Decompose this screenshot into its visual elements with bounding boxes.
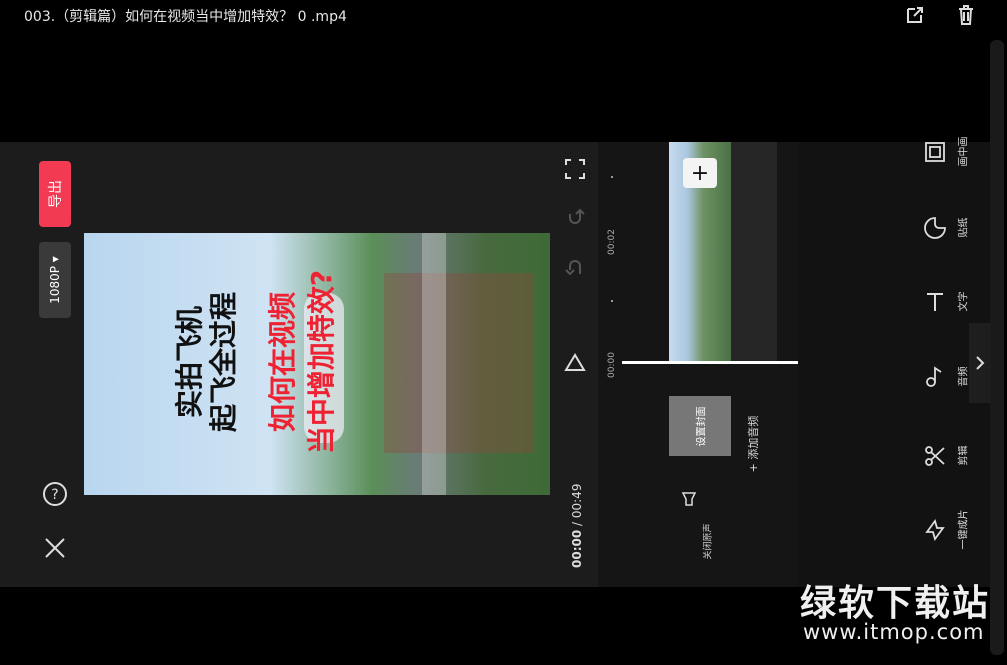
ruler-label-0: 00:00 [607,352,617,378]
resolution-label: 1080P ▾ [48,256,62,304]
caption-line-4: 当中增加特效? [305,269,338,455]
plus-icon: + [690,160,710,186]
tool-label-one-click[interactable]: 一键成片 [955,510,970,550]
chevron-right-icon [976,356,985,370]
caption-line-3: 如何在视频 [266,292,299,433]
mute-icon[interactable] [680,490,698,508]
right-scrollbar[interactable] [990,40,1004,655]
set-cover-button[interactable]: 设置封面 [669,396,731,456]
video-preview[interactable]: 实拍飞机 起飞全过程 如何在视频 当中增加特效? [84,233,550,495]
resolution-dropdown[interactable]: 1080P ▾ [39,242,71,318]
sticker-icon[interactable] [920,213,950,243]
tool-label-audio[interactable]: 音频 [955,357,970,397]
mute-label: 关闭原声 [703,523,714,560]
text-icon[interactable] [920,287,950,317]
music-note-icon[interactable] [920,362,950,392]
delete-icon[interactable] [955,4,977,26]
window-title: 003.（剪辑篇）如何在视频当中增加特效？ 0 .mp4 [24,9,347,25]
bolt-icon[interactable] [920,515,950,545]
next-page-button[interactable] [969,323,991,403]
caption-line-1: 实拍飞机 [173,306,206,419]
ruler-tick [611,176,613,178]
export-button[interactable]: 导出 [39,161,71,227]
tool-label-edit[interactable]: 剪辑 [955,436,970,476]
watermark-url: www.itmop.com [803,620,985,644]
export-label: 导出 [48,180,64,208]
tool-label-pip[interactable]: 画中画 [955,132,970,172]
caption-line-2: 起飞全过程 [207,292,240,433]
picture-in-picture-icon[interactable] [920,137,950,167]
scissors-icon[interactable] [920,441,950,471]
svg-text:?: ? [51,487,58,503]
building-shape [384,273,534,453]
redo-icon[interactable] [564,206,586,228]
undo-icon[interactable] [564,256,586,278]
time-separator: / [570,518,584,530]
ruler-tick [611,300,613,302]
time-current: 00:00 [570,529,584,568]
play-icon[interactable] [564,352,586,374]
fullscreen-icon[interactable] [564,158,586,180]
time-display: 00:00 / 00:49 [570,483,584,568]
open-external-icon[interactable] [904,4,926,26]
runway-shape [422,233,446,495]
add-music-track[interactable]: + 添加音频 [731,142,777,472]
help-icon[interactable]: ? [42,481,68,507]
time-total: 00:49 [570,483,584,519]
add-music-label: + 添加音频 [747,415,760,473]
tool-label-text[interactable]: 文字 [955,282,970,322]
close-icon[interactable] [43,536,67,560]
playhead[interactable] [622,361,800,364]
ruler-label-1: 00:02 [607,229,617,255]
add-clip-button[interactable]: + [683,158,717,188]
watermark-brand: 绿软下载站 [800,583,991,624]
tool-label-sticker[interactable]: 贴纸 [955,208,970,248]
cover-label: 设置封面 [696,406,708,446]
